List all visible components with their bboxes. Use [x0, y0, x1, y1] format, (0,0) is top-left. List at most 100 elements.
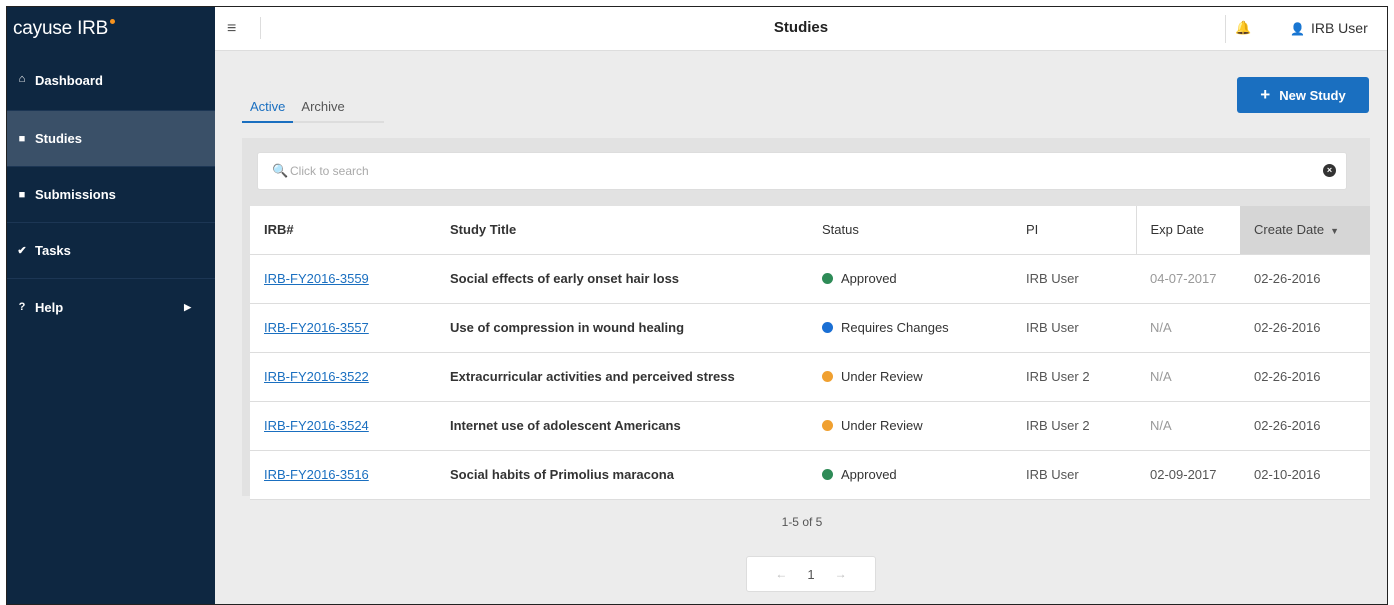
column-header-label: Create Date	[1254, 222, 1325, 238]
prev-page-icon[interactable]: ←	[775, 567, 787, 581]
top-bar: ≡ Studies 🔔 👤 IRB User	[215, 7, 1387, 51]
status-cell: Approved	[808, 254, 1012, 304]
create-date-cell: 02-26-2016	[1240, 352, 1370, 402]
brand-dot	[110, 18, 116, 24]
studies-panel: 🔍 × IRB# Study Title Status PI Exp Date …	[242, 138, 1370, 500]
table-row[interactable]: IRB-FY2016-3522 Extracurricular activitie…	[250, 352, 1370, 402]
exp-date-cell: N/A	[1136, 352, 1240, 402]
divider	[1225, 15, 1226, 43]
irb-link[interactable]: IRB-FY2016-3516	[264, 467, 369, 482]
status-dot-icon	[822, 322, 833, 333]
irb-cell: IRB-FY2016-3557	[250, 303, 436, 353]
studies-table: IRB# Study Title Status PI Exp Date Crea…	[250, 206, 1370, 500]
sort-desc-icon: ▼	[1330, 226, 1340, 237]
new-study-label: New Study	[1279, 87, 1346, 103]
file-icon: ■	[18, 188, 26, 201]
status-cell: Under Review	[808, 401, 1012, 451]
table-header-row: IRB# Study Title Status PI Exp Date Crea…	[250, 206, 1370, 255]
main-content: ≡ Studies 🔔 👤 IRB User Active Archive + N…	[215, 7, 1387, 604]
create-date-cell: 02-26-2016	[1240, 401, 1370, 451]
tab-archive[interactable]: Archive	[293, 93, 352, 123]
bell-icon[interactable]: 🔔	[1235, 20, 1251, 36]
study-title-cell: Social effects of early onset hair loss	[436, 254, 808, 304]
page-number[interactable]: 1	[807, 567, 814, 582]
sidebar-item-tasks[interactable]: ✔ Tasks	[7, 223, 215, 279]
search-bar: 🔍 ×	[257, 152, 1347, 190]
study-title-cell: Extracurricular activities and perceived…	[436, 352, 808, 402]
status-dot-icon	[822, 420, 833, 431]
table-row[interactable]: IRB-FY2016-3557 Use of compression in wou…	[250, 303, 1370, 353]
next-page-icon[interactable]: →	[835, 567, 847, 581]
tab-bar: Active Archive	[242, 93, 384, 123]
results-count: 1-5 of 5	[781, 515, 823, 529]
status-label: Under Review	[841, 418, 923, 433]
create-date-cell: 02-26-2016	[1240, 303, 1370, 353]
sidebar-item-studies[interactable]: ■ Studies	[7, 111, 215, 167]
sidebar-item-label: Dashboard	[35, 73, 103, 88]
column-header-create-date[interactable]: Create Date ▼	[1240, 206, 1370, 255]
irb-link[interactable]: IRB-FY2016-3524	[264, 418, 369, 433]
status-cell: Under Review	[808, 352, 1012, 402]
search-icon: 🔍	[272, 163, 289, 178]
create-date-cell: 02-10-2016	[1240, 450, 1370, 500]
status-dot-icon	[822, 273, 833, 284]
pi-cell: IRB User	[1012, 303, 1136, 353]
irb-cell: IRB-FY2016-3516	[250, 450, 436, 500]
irb-link[interactable]: IRB-FY2016-3522	[264, 369, 369, 384]
sidebar-item-help[interactable]: ? Help ▶	[7, 279, 215, 335]
irb-cell: IRB-FY2016-3522	[250, 352, 436, 402]
study-title-cell: Use of compression in wound healing	[436, 303, 808, 353]
exp-date-cell: N/A	[1136, 401, 1240, 451]
exp-date-cell: 04-07-2017	[1136, 254, 1240, 304]
create-date-cell: 02-26-2016	[1240, 254, 1370, 304]
brand-logo[interactable]: cayuse IRB	[7, 7, 215, 51]
column-header-irb[interactable]: IRB#	[250, 206, 436, 255]
column-header-exp-date[interactable]: Exp Date	[1135, 206, 1240, 255]
pagination: ← 1 →	[746, 556, 876, 592]
user-icon: 👤	[1290, 22, 1305, 36]
status-label: Approved	[841, 271, 897, 286]
status-label: Under Review	[841, 369, 923, 384]
table-row[interactable]: IRB-FY2016-3524 Internet use of adolescen…	[250, 401, 1370, 451]
table-row[interactable]: IRB-FY2016-3516 Social habits of Primoliu…	[250, 450, 1370, 500]
status-label: Approved	[841, 467, 897, 482]
clear-search-icon[interactable]: ×	[1323, 164, 1336, 177]
plus-icon: +	[1260, 85, 1271, 104]
user-name: IRB User	[1310, 20, 1368, 36]
chevron-right-icon: ▶	[184, 301, 191, 312]
irb-link[interactable]: IRB-FY2016-3557	[264, 320, 369, 335]
irb-link[interactable]: IRB-FY2016-3559	[264, 271, 369, 286]
user-menu[interactable]: 👤 IRB User	[1290, 20, 1368, 36]
table-row[interactable]: IRB-FY2016-3559 Social effects of early o…	[250, 254, 1370, 304]
sidebar-item-label: Studies	[35, 131, 82, 146]
status-cell: Requires Changes	[808, 303, 1012, 353]
home-icon: ⌂	[18, 73, 26, 85]
study-title-cell: Social habits of Primolius maracona	[436, 450, 808, 500]
sidebar-item-label: Submissions	[35, 187, 116, 202]
sidebar: cayuse IRB ⌂ Dashboard ■ Studies ■ Submi…	[7, 7, 215, 604]
folder-icon: ■	[18, 132, 26, 145]
irb-cell: IRB-FY2016-3559	[250, 254, 436, 304]
column-header-status[interactable]: Status	[808, 206, 1012, 255]
exp-date-cell: 02-09-2017	[1136, 450, 1240, 500]
status-label: Requires Changes	[841, 320, 949, 335]
question-icon: ?	[18, 301, 26, 313]
sidebar-item-dashboard[interactable]: ⌂ Dashboard	[7, 51, 215, 111]
column-header-pi[interactable]: PI	[1012, 206, 1136, 255]
sidebar-item-submissions[interactable]: ■ Submissions	[7, 167, 215, 223]
search-input[interactable]	[290, 161, 1290, 181]
irb-cell: IRB-FY2016-3524	[250, 401, 436, 451]
check-icon: ✔	[17, 245, 27, 257]
new-study-button[interactable]: + New Study	[1237, 77, 1369, 113]
pi-cell: IRB User	[1012, 254, 1136, 304]
sidebar-item-label: Help	[35, 299, 64, 315]
app-window: cayuse IRB ⌂ Dashboard ■ Studies ■ Submi…	[6, 6, 1388, 605]
brand-name: cayuse IRB	[13, 18, 109, 39]
status-dot-icon	[822, 469, 833, 480]
tab-active[interactable]: Active	[242, 93, 294, 123]
column-header-study-title[interactable]: Study Title	[436, 206, 808, 255]
status-cell: Approved	[808, 450, 1012, 500]
sidebar-item-label: Tasks	[35, 243, 71, 258]
exp-date-cell: N/A	[1136, 303, 1240, 353]
study-title-cell: Internet use of adolescent Americans	[436, 401, 808, 451]
